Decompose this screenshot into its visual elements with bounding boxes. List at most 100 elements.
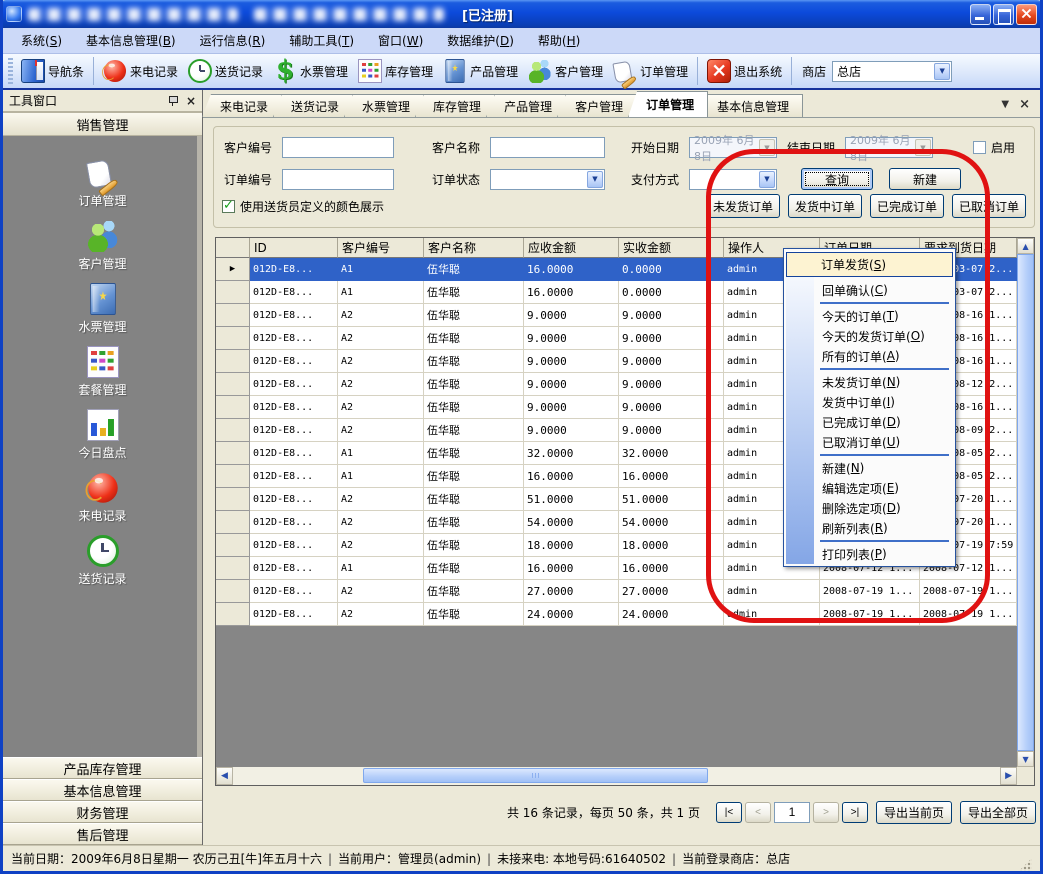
vertical-scrollbar-thumb[interactable]	[1017, 254, 1034, 751]
tab[interactable]: 库存管理	[415, 94, 495, 117]
menu-item[interactable]: 辅助工具(T)	[277, 29, 366, 52]
header-id[interactable]: ID	[250, 238, 338, 258]
next-page-button[interactable]: >	[813, 802, 839, 823]
order-status-filter-button[interactable]: 已完成订单	[870, 194, 944, 218]
sidebar-item[interactable]: 订单管理	[3, 150, 202, 213]
order-no-input[interactable]	[282, 169, 394, 190]
sidebar-section-button[interactable]: 售后管理	[3, 823, 202, 845]
menu-item[interactable]: 运行信息(R)	[188, 29, 278, 52]
row-selector-cell[interactable]	[216, 534, 250, 557]
context-menu-item[interactable]: 打印列表(P)	[786, 544, 953, 564]
query-button[interactable]: 查询	[801, 168, 873, 190]
context-menu-item[interactable]: 新建(N)	[786, 458, 953, 478]
sidebar-section-button[interactable]: 基本信息管理	[3, 779, 202, 801]
row-selector-cell[interactable]	[216, 465, 250, 488]
maximize-button[interactable]	[993, 4, 1014, 25]
context-menu-item[interactable]: 编辑选定项(E)	[786, 478, 953, 498]
row-selector-cell[interactable]	[216, 327, 250, 350]
tab[interactable]: 客户管理	[557, 94, 637, 117]
sidebar-section-button[interactable]: 产品库存管理	[3, 757, 202, 779]
menu-item[interactable]: 系统(S)	[9, 29, 74, 52]
menu-item[interactable]: 基本信息管理(B)	[74, 29, 188, 52]
menu-item[interactable]: 窗口(W)	[366, 29, 435, 52]
tab[interactable]: 产品管理	[486, 94, 566, 117]
export-current-page-button[interactable]: 导出当前页	[876, 801, 952, 824]
prev-page-button[interactable]: <	[745, 802, 771, 823]
row-selector-cell[interactable]	[216, 396, 250, 419]
row-selector-cell[interactable]: ▶	[216, 258, 250, 281]
toolbar-button[interactable]: 退出系统	[702, 57, 787, 85]
context-menu-item[interactable]: 回单确认(C)	[786, 280, 953, 300]
tab[interactable]: 来电记录	[202, 94, 282, 117]
row-selector-cell[interactable]	[216, 580, 250, 603]
chevron-down-icon[interactable]	[759, 139, 775, 156]
toolbar-button[interactable]: 产品管理	[438, 57, 523, 85]
toolbar-button[interactable]: 订单管理	[608, 57, 693, 85]
header-customer-no[interactable]: 客户编号	[338, 238, 424, 258]
context-menu-item[interactable]: 刷新列表(R)	[786, 518, 953, 538]
last-page-button[interactable]: >|	[842, 802, 868, 823]
customer-no-input[interactable]	[282, 137, 394, 158]
row-selector-cell[interactable]	[216, 281, 250, 304]
close-button[interactable]	[1016, 4, 1037, 25]
row-selector-cell[interactable]	[216, 304, 250, 327]
tab[interactable]: 水票管理	[344, 94, 424, 117]
toolbar-button[interactable]: 水票管理	[268, 57, 353, 85]
menu-item[interactable]: 帮助(H)	[526, 29, 592, 52]
context-menu-item[interactable]: 今天的订单(T)	[786, 306, 953, 326]
row-selector-cell[interactable]	[216, 350, 250, 373]
chevron-down-icon[interactable]	[915, 139, 931, 156]
scroll-left-icon[interactable]: ◀	[216, 767, 233, 785]
sidebar-item[interactable]: 来电记录	[3, 465, 202, 528]
sidebar-item[interactable]: 套餐管理	[3, 339, 202, 402]
sidebar-item[interactable]: 送货记录	[3, 528, 202, 591]
shop-select[interactable]: 总店	[832, 61, 952, 82]
table-row[interactable]: 012D-E8... A2 伍华聪 27.0000 27.0000 admin …	[216, 580, 1017, 603]
toolbar-button[interactable]: 库存管理	[353, 57, 438, 85]
resize-grip[interactable]	[1019, 858, 1032, 871]
sidebar-section-button[interactable]: 财务管理	[3, 801, 202, 823]
horizontal-scrollbar-thumb[interactable]	[363, 768, 708, 783]
tab[interactable]: 订单管理	[628, 91, 708, 117]
menu-item[interactable]: 数据维护(D)	[435, 29, 526, 52]
order-status-filter-button[interactable]: 已取消订单	[952, 194, 1026, 218]
pin-icon[interactable]	[168, 95, 178, 107]
sidebar-item[interactable]: 今日盘点	[3, 402, 202, 465]
delivery-color-checkbox[interactable]	[222, 200, 235, 213]
toolbar-button[interactable]: 客户管理	[523, 57, 608, 85]
horizontal-scrollbar[interactable]: ◀ ▶	[216, 767, 1017, 785]
close-icon[interactable]: ×	[186, 95, 196, 107]
chevron-down-icon[interactable]	[759, 171, 775, 188]
row-selector-cell[interactable]	[216, 488, 250, 511]
tab[interactable]: 基本信息管理	[699, 94, 803, 117]
row-selector-cell[interactable]	[216, 373, 250, 396]
row-selector-cell[interactable]	[216, 419, 250, 442]
table-row[interactable]: 012D-E8... A2 伍华聪 24.0000 24.0000 admin …	[216, 603, 1017, 626]
tab-list-dropdown-icon[interactable]: ▼	[1001, 99, 1009, 110]
toolbar-button[interactable]: 导航条	[16, 57, 89, 85]
order-status-filter-button[interactable]: 发货中订单	[788, 194, 862, 218]
title-bar[interactable]: [已注册]	[0, 0, 1043, 28]
scroll-down-icon[interactable]: ▼	[1017, 751, 1034, 767]
scroll-right-icon[interactable]: ▶	[1000, 767, 1017, 785]
row-selector-cell[interactable]	[216, 511, 250, 534]
row-selector-cell[interactable]	[216, 603, 250, 626]
sidebar-item[interactable]: 客户管理	[3, 213, 202, 276]
order-status-select[interactable]	[490, 169, 605, 190]
order-status-filter-button[interactable]: 未发货订单	[706, 194, 780, 218]
context-menu-item[interactable]: 删除选定项(D)	[786, 498, 953, 518]
pay-method-select[interactable]	[689, 169, 777, 190]
toolbar-grip[interactable]	[8, 58, 13, 84]
export-all-pages-button[interactable]: 导出全部页	[960, 801, 1036, 824]
first-page-button[interactable]: |<	[716, 802, 742, 823]
context-menu-item[interactable]: 所有的订单(A)	[786, 346, 953, 366]
enable-checkbox[interactable]	[973, 141, 986, 154]
sidebar-item[interactable]: 水票管理	[3, 276, 202, 339]
toolbar-button[interactable]: 来电记录	[98, 57, 183, 85]
tab-close-icon[interactable]: ×	[1019, 97, 1030, 112]
header-received[interactable]: 实收金额	[619, 238, 724, 258]
header-customer-name[interactable]: 客户名称	[424, 238, 524, 258]
chevron-down-icon[interactable]	[587, 171, 603, 188]
customer-name-input[interactable]	[490, 137, 605, 158]
context-menu-item[interactable]: 今天的发货订单(O)	[786, 326, 953, 346]
